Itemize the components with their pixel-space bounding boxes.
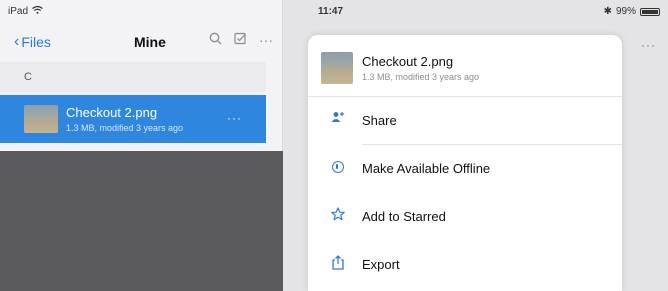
menu-item-make-offline[interactable]: Make Available Offline — [308, 145, 622, 193]
action-sheet-header: Checkout 2.png 1.3 MB, modified 3 years … — [308, 35, 622, 97]
share-person-icon — [330, 111, 346, 127]
menu-item-share[interactable]: Share — [308, 97, 622, 145]
status-bar: iPad 11:47 ✱ 99% — [0, 0, 668, 22]
more-icon[interactable]: ··· — [259, 32, 273, 48]
nav-actions: ··· — [209, 32, 273, 48]
battery-percent: 99% — [615, 6, 636, 17]
action-sheet: Checkout 2.png 1.3 MB, modified 3 years … — [308, 35, 622, 291]
status-time: 11:47 — [318, 6, 344, 17]
status-left: iPad — [8, 5, 43, 17]
file-meta: 1.3 MB, modified 3 years ago — [66, 123, 184, 133]
file-name: Checkout 2.png — [66, 105, 158, 120]
wifi-icon — [32, 5, 43, 17]
menu-item-export[interactable]: Export — [308, 241, 622, 289]
menu-item-label: Export — [362, 257, 400, 272]
right-more-icon[interactable]: ··· — [641, 38, 656, 52]
star-icon — [330, 207, 346, 223]
file-row-selected[interactable]: Checkout 2.png 1.3 MB, modified 3 years … — [0, 95, 266, 143]
menu-item-label: Share — [362, 113, 397, 128]
bluetooth-icon: ✱ — [603, 6, 612, 17]
search-icon[interactable] — [209, 32, 222, 48]
back-button[interactable]: ‹ Files — [14, 33, 51, 51]
file-thumbnail — [24, 105, 58, 133]
file-list-pane: ‹ Files Mine ··· C Checkout 2.png 1.3 MB… — [0, 0, 283, 291]
sheet-file-meta: 1.3 MB, modified 3 years ago — [362, 72, 480, 82]
export-icon — [330, 255, 346, 271]
menu-item-add-starred[interactable]: Add to Starred — [308, 193, 622, 241]
device-label: iPad — [8, 6, 29, 17]
sheet-file-name: Checkout 2.png — [362, 54, 454, 69]
back-label: Files — [21, 34, 51, 50]
section-header: C — [0, 62, 266, 92]
status-right: ✱ 99% — [604, 6, 660, 17]
menu-item-label: Add to Starred — [362, 209, 446, 224]
dimmed-overlay — [0, 151, 283, 291]
menu-item-label: Make Available Offline — [362, 161, 491, 176]
sheet-thumbnail — [321, 52, 353, 84]
offline-icon — [330, 159, 346, 175]
page-title: Mine — [134, 34, 166, 50]
chevron-left-icon: ‹ — [14, 33, 20, 50]
battery-icon — [640, 7, 660, 16]
section-letter: C — [24, 71, 32, 83]
navigation-bar: ‹ Files Mine ··· — [0, 22, 283, 62]
select-checkbox-icon[interactable] — [234, 32, 247, 48]
row-more-icon[interactable]: ··· — [227, 111, 242, 125]
